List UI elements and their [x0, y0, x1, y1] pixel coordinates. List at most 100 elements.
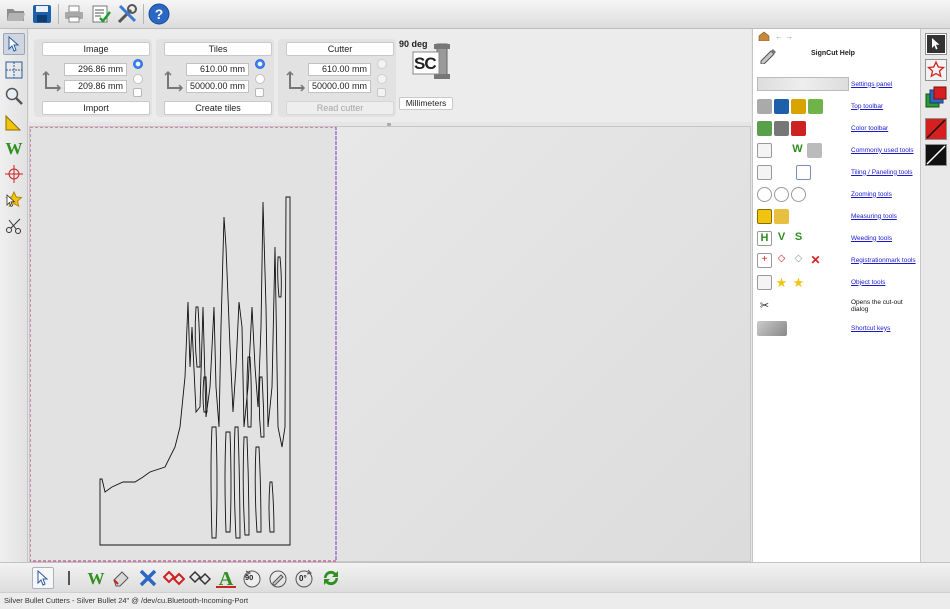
help-icon[interactable]: ?: [147, 2, 171, 26]
image-panel-title: Image: [42, 42, 150, 56]
svg-text:W: W: [88, 569, 105, 588]
nav-arrows-icon[interactable]: ← →: [775, 32, 793, 41]
red-color-icon[interactable]: [925, 118, 947, 140]
toolbar-separator: [58, 4, 59, 24]
help-link-shortcuts[interactable]: Shortcut keys: [851, 325, 890, 332]
tools-icon[interactable]: [115, 2, 139, 26]
tiling-tool-icon[interactable]: [3, 59, 25, 81]
axis-icon: [164, 70, 184, 92]
help-row-common-tools: W Commonly used tools: [757, 140, 919, 160]
rotate-90-icon[interactable]: 90: [241, 567, 263, 589]
tiles-width-field[interactable]: 610.00 mm: [186, 63, 249, 76]
weed-tool-icon[interactable]: W: [3, 137, 25, 159]
image-radio[interactable]: [133, 59, 143, 69]
tiling-tools-thumb: [757, 163, 851, 181]
text-tool-icon[interactable]: A: [215, 567, 237, 589]
image-radio-secondary[interactable]: [133, 74, 143, 84]
pointer-color-icon[interactable]: [925, 33, 947, 55]
color-toolbar-thumb: [757, 119, 851, 137]
help-title: SignCut Help: [811, 50, 855, 57]
help-link-common-tools[interactable]: Commonly used tools: [851, 147, 914, 154]
image-panel: Image 296.86 mm 209.86 mm Import: [34, 39, 152, 117]
import-button[interactable]: Import: [42, 101, 150, 115]
help-link-weeding[interactable]: Weeding tools: [851, 235, 892, 242]
rotate-0-icon[interactable]: 0°: [293, 567, 315, 589]
help-link-measuring[interactable]: Measuring tools: [851, 213, 897, 220]
help-link-zoom[interactable]: Zooming tools: [851, 191, 892, 198]
tiles-checkbox[interactable]: [255, 88, 264, 97]
create-tiles-button[interactable]: Create tiles: [164, 101, 272, 115]
tiles-height-field[interactable]: 50000.00 mm: [186, 80, 249, 93]
zoom-tool-icon[interactable]: [3, 85, 25, 107]
star-outline-icon[interactable]: [925, 59, 947, 81]
help-link-object[interactable]: Object tools: [851, 279, 885, 286]
help-row-measuring: Measuring tools: [757, 206, 919, 226]
save-icon[interactable]: [30, 2, 54, 26]
help-panel: ← → SignCut Help Settings panel Top tool…: [752, 29, 920, 562]
axis-icon: [286, 70, 306, 92]
layers-color-icon[interactable]: [925, 86, 947, 108]
tiles-panel: Tiles 610.00 mm 50000.00 mm Create tiles: [156, 39, 274, 117]
eraser-icon[interactable]: [110, 567, 132, 589]
rotate-90-label: 90: [245, 573, 254, 582]
scissors-icon[interactable]: [3, 215, 25, 237]
registration-mark-icon[interactable]: [3, 163, 25, 185]
print-icon[interactable]: [62, 2, 86, 26]
weeding-tools-thumb: HVS: [757, 229, 851, 247]
help-link-top-toolbar[interactable]: Top toolbar: [851, 103, 883, 110]
delete-node-icon[interactable]: [137, 567, 159, 589]
signcut-logo[interactable]: SC: [411, 42, 451, 82]
image-width-field[interactable]: 296.86 mm: [64, 63, 127, 76]
help-row-cut-out: ✂ Opens the cut-out dialog: [757, 295, 919, 317]
help-link-registration[interactable]: Registrationmark tools: [851, 257, 916, 264]
checklist-icon[interactable]: [89, 2, 113, 26]
canvas-workspace[interactable]: [29, 126, 751, 562]
image-height-field[interactable]: 209.86 mm: [64, 80, 127, 93]
settings-panel-thumb: [757, 75, 851, 93]
axis-icon: [42, 70, 62, 92]
help-row-shortcuts: Shortcut keys: [757, 318, 919, 338]
help-row-settings: Settings panel: [757, 74, 919, 94]
registration-diamond-icon[interactable]: [163, 567, 185, 589]
units-button[interactable]: Millimeters: [399, 97, 453, 110]
weed-box-icon[interactable]: W: [85, 567, 107, 589]
help-link-color-toolbar[interactable]: Color toolbar: [851, 125, 888, 132]
svg-text:?: ?: [155, 6, 164, 22]
help-text-cut-out: Opens the cut-out dialog: [851, 299, 903, 313]
help-row-weeding: HVS Weeding tools: [757, 228, 919, 248]
black-color-icon[interactable]: [925, 144, 947, 166]
cutter-width-field[interactable]: 610.00 mm: [308, 63, 371, 76]
image-checkbox[interactable]: [133, 88, 142, 97]
cutter-panel: Cutter 610.00 mm 50000.00 mm Read cutter: [278, 39, 396, 117]
tiles-radio-secondary[interactable]: [255, 74, 265, 84]
pointer-tool-icon[interactable]: [3, 33, 25, 55]
settings-panel: Image 296.86 mm 209.86 mm Import Tiles 6…: [29, 29, 751, 122]
toolbar-separator: [143, 4, 144, 24]
measuring-tools-thumb: [757, 207, 851, 225]
select-tool-icon[interactable]: [32, 567, 54, 589]
open-folder-icon[interactable]: [4, 2, 28, 26]
cutter-panel-title: Cutter: [286, 42, 394, 56]
object-tool-icon[interactable]: [3, 189, 25, 211]
top-toolbar: ?: [0, 0, 950, 29]
rotate-pencil-icon[interactable]: [267, 567, 289, 589]
measure-tool-icon[interactable]: [3, 111, 25, 133]
tiles-radio[interactable]: [255, 59, 265, 69]
object-tools-thumb: ★ ★: [757, 273, 851, 291]
line-tool-icon[interactable]: [68, 571, 70, 585]
registration-outline-icon[interactable]: [189, 567, 211, 589]
help-row-top-toolbar: Top toolbar: [757, 96, 919, 116]
help-link-tiling[interactable]: Tiling / Paneling tools: [851, 169, 913, 176]
tiles-panel-title: Tiles: [164, 42, 272, 56]
help-row-tiling: Tiling / Paneling tools: [757, 162, 919, 182]
help-link-settings[interactable]: Settings panel: [851, 81, 892, 88]
read-cutter-button[interactable]: Read cutter: [286, 101, 394, 115]
refresh-icon[interactable]: [320, 567, 342, 589]
home-icon[interactable]: [758, 31, 770, 43]
cutter-height-field[interactable]: 50000.00 mm: [308, 80, 371, 93]
cutter-checkbox[interactable]: [377, 88, 386, 97]
cutter-radio[interactable]: [377, 59, 387, 69]
pencil-help-icon: [758, 46, 778, 66]
logo-text: SC: [414, 54, 437, 73]
cutter-radio-secondary[interactable]: [377, 74, 387, 84]
